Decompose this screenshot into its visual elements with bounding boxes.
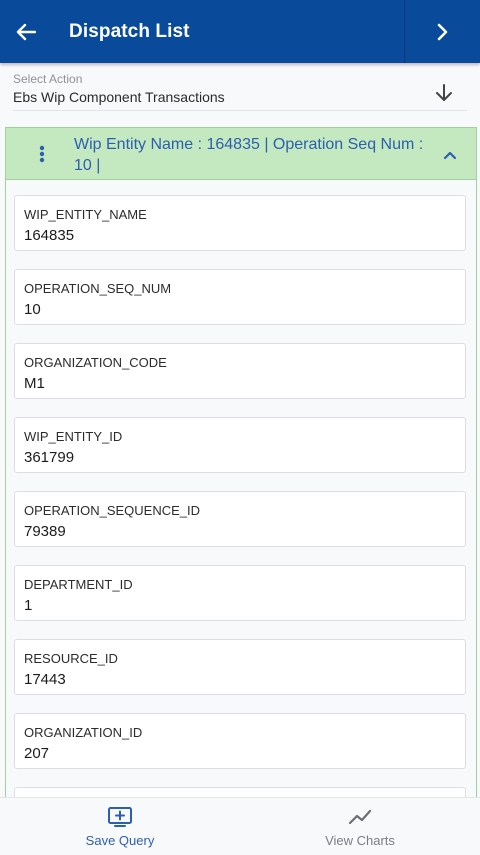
more-options-button[interactable] (30, 142, 54, 166)
select-action-dropdown[interactable]: Select Action Ebs Wip Component Transact… (13, 70, 467, 111)
field-department-id[interactable]: DEPARTMENT_ID 1 (14, 565, 466, 621)
save-query-label: Save Query (85, 833, 155, 848)
save-query-icon (108, 807, 132, 827)
field-value: 207 (24, 745, 50, 762)
next-button[interactable] (404, 0, 480, 63)
field-label: WIP_ENTITY_NAME (24, 207, 147, 222)
bottom-nav-bar: Save Query View Charts (0, 797, 480, 855)
field-label: OPERATION_SEQUENCE_ID (24, 503, 201, 518)
field-label: WIP_ENTITY_ID (24, 429, 123, 444)
field-value: 164835 (24, 227, 75, 244)
field-operation-sequence-id[interactable]: OPERATION_SEQUENCE_ID 79389 (14, 491, 466, 547)
save-query-button[interactable]: Save Query (0, 798, 240, 855)
view-charts-label: View Charts (325, 833, 395, 848)
field-value: M1 (24, 375, 45, 392)
field-resource-id[interactable]: RESOURCE_ID 17443 (14, 639, 466, 695)
field-label: ORGANIZATION_ID (24, 725, 143, 740)
field-value: 10 (24, 301, 41, 318)
field-value: 1 (24, 597, 33, 614)
record-panel-header[interactable]: Wip Entity Name : 164835 | Operation Seq… (6, 128, 476, 180)
kebab-menu-icon (39, 145, 45, 163)
record-panel-title: Wip Entity Name : 164835 | Operation Seq… (74, 136, 424, 174)
field-value: 361799 (24, 449, 75, 466)
field-label: RESOURCE_ID (24, 651, 118, 666)
arrow-left-icon (16, 23, 36, 40)
record-panel: Wip Entity Name : 164835 | Operation Seq… (5, 127, 477, 843)
field-wip-entity-id[interactable]: WIP_ENTITY_ID 361799 (14, 417, 466, 473)
arrow-down-icon[interactable] (435, 84, 453, 102)
field-label: ORGANIZATION_CODE (24, 355, 167, 370)
view-charts-button[interactable]: View Charts (240, 798, 480, 855)
top-app-bar: Dispatch List (0, 0, 480, 63)
field-organization-code[interactable]: ORGANIZATION_CODE M1 (14, 343, 466, 399)
select-action-value: Ebs Wip Component Transactions (13, 89, 225, 105)
chevron-right-icon (437, 23, 447, 40)
collapse-button[interactable] (438, 143, 462, 167)
field-organization-id[interactable]: ORGANIZATION_ID 207 (14, 713, 466, 769)
chevron-up-icon (443, 151, 457, 160)
line-chart-icon (348, 809, 372, 825)
field-value: 79389 (24, 523, 66, 540)
page-title: Dispatch List (69, 21, 190, 42)
field-wip-entity-name[interactable]: WIP_ENTITY_NAME 164835 (14, 195, 466, 251)
field-operation-seq-num[interactable]: OPERATION_SEQ_NUM 10 (14, 269, 466, 325)
back-button[interactable] (0, 0, 52, 63)
field-value: 17443 (24, 671, 66, 688)
field-label: DEPARTMENT_ID (24, 577, 133, 592)
field-label: OPERATION_SEQ_NUM (24, 281, 172, 296)
select-action-label: Select Action (13, 72, 83, 86)
